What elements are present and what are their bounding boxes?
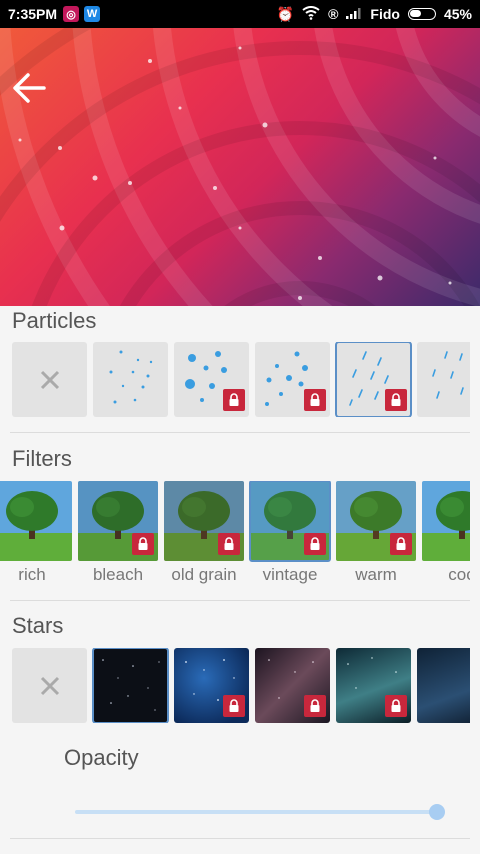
filter-label: vintage	[262, 565, 318, 584]
filter-label: coo	[448, 565, 470, 584]
section-divider	[10, 838, 470, 839]
stars-row	[12, 648, 470, 723]
carrier-name: Fido	[370, 6, 400, 22]
filter-tile[interactable]: rich	[0, 481, 72, 585]
lock-icon	[385, 695, 407, 717]
filters-title: Filters	[12, 446, 72, 471]
lock-icon	[385, 389, 407, 411]
stars-tile[interactable]	[174, 648, 249, 723]
back-button[interactable]	[8, 68, 50, 110]
filter-thumbnail	[336, 481, 416, 561]
battery-percent: 45%	[443, 6, 472, 22]
preview-pattern	[0, 28, 480, 306]
filter-tile[interactable]: coo	[422, 481, 470, 585]
wallpaper-preview	[0, 28, 480, 306]
stars-tile-selected[interactable]	[92, 648, 169, 723]
filter-thumbnail	[249, 481, 331, 562]
filter-tile[interactable]: old grain	[164, 481, 244, 585]
particles-row	[12, 342, 470, 417]
filter-tile[interactable]: vintage	[249, 481, 331, 585]
close-icon	[12, 648, 87, 723]
stars-none-tile[interactable]	[12, 648, 87, 723]
lock-icon	[304, 695, 326, 717]
lock-icon	[304, 533, 326, 555]
slider-track	[75, 810, 437, 814]
instagram-icon: ◎	[63, 6, 80, 22]
lock-icon	[223, 389, 245, 411]
roaming-icon: ®	[328, 6, 339, 22]
filter-thumbnail	[78, 481, 158, 561]
wifi-icon	[302, 5, 320, 23]
particle-tile[interactable]	[417, 342, 470, 417]
slider-thumb[interactable]	[429, 804, 445, 820]
filter-label: old grain	[171, 565, 237, 584]
particle-tile-selected[interactable]	[335, 342, 412, 417]
filter-thumbnail	[422, 481, 470, 561]
lock-icon	[390, 533, 412, 555]
filter-tile[interactable]: warm	[336, 481, 416, 585]
opacity-label: Opacity	[64, 745, 139, 770]
particles-title: Particles	[12, 308, 97, 333]
opacity-slider[interactable]	[75, 803, 445, 821]
signal-icon	[346, 6, 362, 22]
word-icon: W	[84, 6, 101, 22]
starfield-preview	[102, 659, 160, 711]
stars-tile[interactable]	[417, 648, 470, 723]
filter-label: bleach	[92, 565, 144, 584]
filters-row: rich bleach old grain vintage warm coo	[0, 481, 470, 585]
particle-preview	[432, 351, 464, 399]
close-icon	[12, 342, 87, 417]
alarm-icon: ⏰	[276, 5, 295, 22]
filter-tile[interactable]: bleach	[78, 481, 158, 585]
lock-icon	[304, 389, 326, 411]
particle-tile[interactable]	[93, 342, 168, 417]
stars-tile[interactable]	[255, 648, 330, 723]
filter-label: warm	[355, 565, 397, 584]
status-bar: 7:35PM ◎ W ⏰ ® Fido 45%	[0, 0, 480, 28]
section-divider	[10, 432, 470, 433]
stars-title: Stars	[12, 613, 64, 638]
particles-none-tile[interactable]	[12, 342, 87, 417]
filter-label: rich	[18, 565, 46, 584]
particle-tile[interactable]	[255, 342, 330, 417]
lock-icon	[223, 695, 245, 717]
back-arrow-icon	[13, 73, 46, 103]
particle-preview	[109, 350, 153, 404]
filter-thumbnail	[0, 481, 72, 561]
battery-icon	[407, 8, 436, 20]
lock-icon	[132, 533, 154, 555]
section-divider	[10, 600, 470, 601]
status-time: 7:35PM	[8, 6, 58, 22]
stars-tile[interactable]	[336, 648, 411, 723]
filter-thumbnail	[164, 481, 244, 561]
lock-icon	[218, 533, 240, 555]
particle-tile[interactable]	[174, 342, 249, 417]
